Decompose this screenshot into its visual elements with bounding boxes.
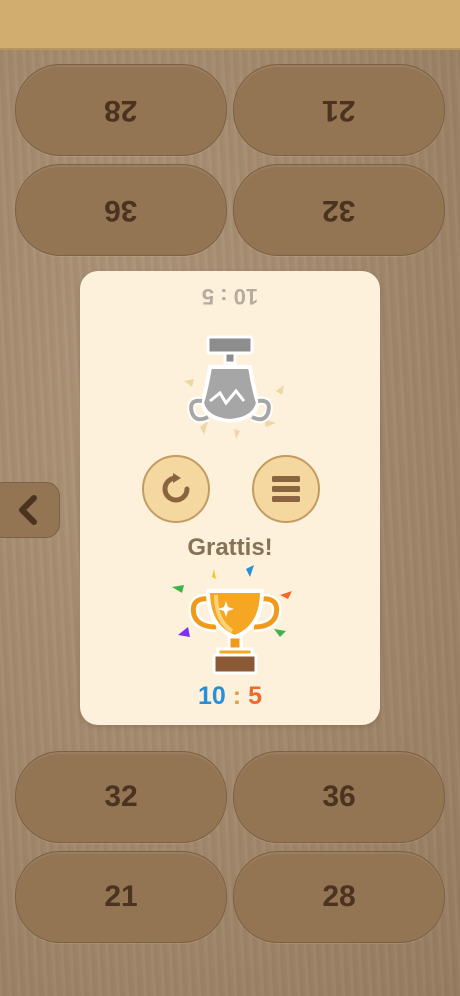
- menu-icon: [272, 476, 300, 502]
- trophy-icon: [172, 565, 292, 675]
- top-bar: [0, 0, 460, 50]
- answer-pill-player[interactable]: 21: [15, 851, 227, 943]
- answer-pill-label: 32: [104, 780, 138, 813]
- answer-pill-label: 21: [322, 94, 356, 127]
- menu-button[interactable]: [252, 455, 320, 523]
- result-card: 10 : 5 Grattis! 10: 5: [80, 271, 380, 725]
- answer-pill-opponent[interactable]: 28: [15, 64, 227, 156]
- answer-pill-player[interactable]: 36: [233, 751, 445, 843]
- restart-button[interactable]: [142, 455, 210, 523]
- answer-pill-label: 36: [104, 194, 138, 227]
- broken-trophy-icon: [184, 335, 284, 439]
- answer-pill-opponent[interactable]: 32: [233, 164, 445, 256]
- opponent-score-value: 5: [248, 682, 262, 710]
- answer-pill-opponent[interactable]: 36: [15, 164, 227, 256]
- answer-pill-player[interactable]: 28: [233, 851, 445, 943]
- answer-pill-player[interactable]: 32: [15, 751, 227, 843]
- opponent-score: 10 : 5: [201, 284, 259, 309]
- back-button[interactable]: [0, 482, 60, 538]
- chevron-left-icon: [19, 495, 37, 525]
- player-score: 10: [198, 682, 226, 710]
- restart-icon: [162, 473, 190, 503]
- answer-pill-label: 28: [104, 94, 138, 127]
- answer-pill-label: 36: [322, 780, 356, 813]
- final-score: 10 : 5: [80, 682, 380, 711]
- answer-pill-label: 21: [104, 880, 138, 913]
- answer-pill-label: 28: [322, 880, 356, 913]
- answer-pill-opponent[interactable]: 21: [233, 64, 445, 156]
- congratulations-message: Grattis!: [187, 534, 273, 561]
- score-separator: :: [232, 682, 242, 710]
- answer-pill-label: 32: [322, 194, 356, 227]
